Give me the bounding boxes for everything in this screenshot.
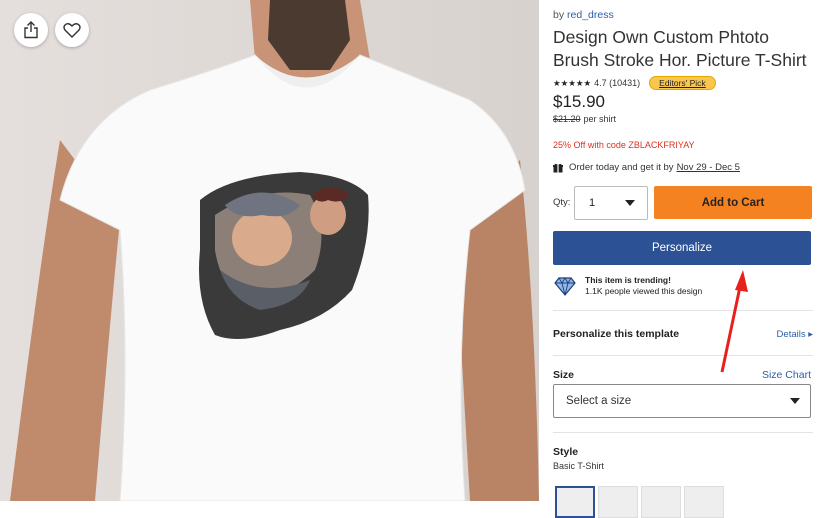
size-header: Size Size Chart: [553, 369, 813, 381]
divider: [553, 310, 813, 311]
style-option-thumb[interactable]: [598, 486, 638, 518]
personalize-template-row[interactable]: Personalize this template Details ▸: [553, 328, 813, 340]
style-option-thumb[interactable]: [641, 486, 681, 518]
delivery-dates-link[interactable]: Nov 29 - Dec 5: [677, 162, 740, 173]
caret-down-icon: [623, 200, 637, 206]
share-icon: [24, 21, 38, 39]
style-options: [555, 486, 724, 518]
product-image[interactable]: [0, 0, 539, 501]
share-button[interactable]: [14, 13, 48, 47]
quantity-value: 1: [589, 197, 596, 209]
size-select[interactable]: Select a size: [553, 384, 811, 418]
style-label: Style: [553, 446, 579, 458]
size-chart-link[interactable]: Size Chart: [762, 369, 811, 381]
seller-line: by red_dress: [553, 9, 614, 21]
quantity-select[interactable]: 1: [574, 186, 648, 220]
details-link[interactable]: Details ▸: [777, 329, 813, 340]
price: $15.90: [553, 92, 605, 111]
qty-label: Qty:: [553, 197, 571, 208]
style-value: Basic T-Shirt: [553, 461, 604, 471]
per-unit-label: per shirt: [583, 114, 617, 124]
add-to-cart-button[interactable]: Add to Cart: [654, 186, 812, 219]
style-option-thumb[interactable]: [555, 486, 595, 518]
size-label: Size: [553, 369, 575, 381]
seller-link[interactable]: red_dress: [567, 9, 614, 21]
trending-subtext: 1.1K people viewed this design: [585, 286, 703, 296]
delivery-estimate: Order today and get it by Nov 29 - Dec 5: [553, 162, 740, 173]
rating-count: 4.7 (10431): [594, 78, 641, 88]
editors-pick-badge[interactable]: Editors' Pick: [649, 76, 716, 90]
promo-code: 25% Off with code ZBLACKFRIYAY: [553, 140, 695, 150]
star-rating-icon: ★★★★★: [553, 77, 592, 88]
personalize-template-label: Personalize this template: [553, 328, 680, 340]
caret-down-icon: [790, 395, 800, 407]
trending-notice: This item is trending! 1.1K people viewe…: [553, 275, 702, 297]
size-select-value: Select a size: [566, 395, 632, 407]
divider: [553, 432, 813, 433]
by-prefix: by: [553, 9, 565, 21]
divider: [553, 355, 813, 356]
trending-headline: This item is trending!: [585, 275, 671, 285]
diamond-icon: [554, 277, 576, 296]
product-title: Design Own Custom Phtoto Brush Stroke Ho…: [553, 27, 807, 70]
model-wearing-shirt: [10, 0, 539, 501]
original-price: $21.20: [553, 114, 581, 124]
favorite-button[interactable]: [55, 13, 89, 47]
heart-icon: [63, 23, 81, 38]
rating-row[interactable]: ★★★★★ 4.7 (10431) Editors' Pick: [553, 76, 716, 90]
style-option-thumb[interactable]: [684, 486, 724, 518]
delivery-prefix: Order today and get it by: [569, 162, 674, 173]
gift-icon: [553, 163, 563, 173]
personalize-button[interactable]: Personalize: [553, 231, 811, 265]
old-price-line: $21.20 per shirt: [553, 114, 616, 124]
